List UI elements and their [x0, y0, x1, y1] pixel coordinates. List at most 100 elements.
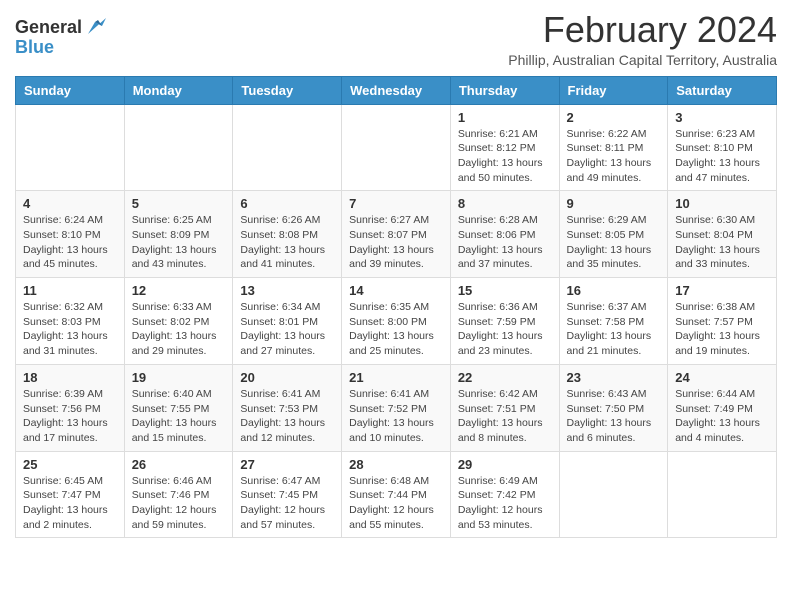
- calendar-cell: 1Sunrise: 6:21 AMSunset: 8:12 PMDaylight…: [450, 104, 559, 191]
- day-info: Sunrise: 6:47 AMSunset: 7:45 PMDaylight:…: [240, 474, 334, 533]
- day-info: Sunrise: 6:44 AMSunset: 7:49 PMDaylight:…: [675, 387, 769, 446]
- day-number: 27: [240, 457, 334, 472]
- day-info: Sunrise: 6:26 AMSunset: 8:08 PMDaylight:…: [240, 213, 334, 272]
- calendar-cell: 4 Sunrise: 6:24 AMSunset: 8:10 PMDaylight…: [16, 191, 125, 278]
- day-number: 10: [675, 196, 769, 211]
- calendar-cell: 16 Sunrise: 6:37 AMSunset: 7:58 PMDayligh…: [559, 278, 668, 365]
- page-header: General Blue February 2024 Phillip, Aust…: [15, 10, 777, 68]
- calendar-cell: 17 Sunrise: 6:38 AMSunset: 7:57 PMDayligh…: [668, 278, 777, 365]
- calendar-cell: 22Sunrise: 6:42 AMSunset: 7:51 PMDayligh…: [450, 364, 559, 451]
- logo: General Blue: [15, 16, 106, 58]
- calendar-header-sunday: Sunday: [16, 76, 125, 104]
- calendar-cell: 9 Sunrise: 6:29 AMSunset: 8:05 PMDaylight…: [559, 191, 668, 278]
- calendar-table: SundayMondayTuesdayWednesdayThursdayFrid…: [15, 76, 777, 539]
- day-number: 23: [567, 370, 661, 385]
- day-number: 9: [567, 196, 661, 211]
- calendar-cell: [342, 104, 451, 191]
- calendar-cell: 24 Sunrise: 6:44 AMSunset: 7:49 PMDayligh…: [668, 364, 777, 451]
- calendar-cell: [559, 451, 668, 538]
- day-info: Sunrise: 6:27 AMSunset: 8:07 PMDaylight:…: [349, 213, 443, 272]
- calendar-header-tuesday: Tuesday: [233, 76, 342, 104]
- day-info: Sunrise: 6:48 AMSunset: 7:44 PMDaylight:…: [349, 474, 443, 533]
- day-number: 6: [240, 196, 334, 211]
- day-number: 8: [458, 196, 552, 211]
- day-number: 1: [458, 110, 552, 125]
- calendar-cell: 19 Sunrise: 6:40 AMSunset: 7:55 PMDayligh…: [124, 364, 233, 451]
- day-number: 14: [349, 283, 443, 298]
- day-number: 29: [458, 457, 552, 472]
- day-info: Sunrise: 6:25 AMSunset: 8:09 PMDaylight:…: [132, 213, 226, 272]
- calendar-cell: 25 Sunrise: 6:45 AMSunset: 7:47 PMDayligh…: [16, 451, 125, 538]
- calendar-week-4: 25 Sunrise: 6:45 AMSunset: 7:47 PMDayligh…: [16, 451, 777, 538]
- calendar-cell: 15Sunrise: 6:36 AMSunset: 7:59 PMDayligh…: [450, 278, 559, 365]
- calendar-cell: 12Sunrise: 6:33 AMSunset: 8:02 PMDayligh…: [124, 278, 233, 365]
- day-number: 11: [23, 283, 117, 298]
- calendar-cell: 2 Sunrise: 6:22 AMSunset: 8:11 PMDaylight…: [559, 104, 668, 191]
- day-info: Sunrise: 6:45 AMSunset: 7:47 PMDaylight:…: [23, 474, 117, 533]
- calendar-cell: [233, 104, 342, 191]
- day-info: Sunrise: 6:38 AMSunset: 7:57 PMDaylight:…: [675, 300, 769, 359]
- day-info: Sunrise: 6:33 AMSunset: 8:02 PMDaylight:…: [132, 300, 226, 359]
- calendar-cell: 28 Sunrise: 6:48 AMSunset: 7:44 PMDayligh…: [342, 451, 451, 538]
- day-number: 3: [675, 110, 769, 125]
- day-info: Sunrise: 6:35 AMSunset: 8:00 PMDaylight:…: [349, 300, 443, 359]
- calendar-cell: 5 Sunrise: 6:25 AMSunset: 8:09 PMDaylight…: [124, 191, 233, 278]
- day-info: Sunrise: 6:28 AMSunset: 8:06 PMDaylight:…: [458, 213, 552, 272]
- main-title: February 2024: [508, 10, 777, 50]
- calendar-cell: 8 Sunrise: 6:28 AMSunset: 8:06 PMDaylight…: [450, 191, 559, 278]
- calendar-header-thursday: Thursday: [450, 76, 559, 104]
- day-number: 4: [23, 196, 117, 211]
- day-info: Sunrise: 6:46 AMSunset: 7:46 PMDaylight:…: [132, 474, 226, 533]
- day-number: 24: [675, 370, 769, 385]
- day-info: Sunrise: 6:39 AMSunset: 7:56 PMDaylight:…: [23, 387, 117, 446]
- calendar-cell: 6 Sunrise: 6:26 AMSunset: 8:08 PMDaylight…: [233, 191, 342, 278]
- day-info: Sunrise: 6:24 AMSunset: 8:10 PMDaylight:…: [23, 213, 117, 272]
- calendar-cell: 11Sunrise: 6:32 AMSunset: 8:03 PMDayligh…: [16, 278, 125, 365]
- calendar-cell: 23Sunrise: 6:43 AMSunset: 7:50 PMDayligh…: [559, 364, 668, 451]
- day-number: 2: [567, 110, 661, 125]
- day-number: 17: [675, 283, 769, 298]
- calendar-cell: 26 Sunrise: 6:46 AMSunset: 7:46 PMDayligh…: [124, 451, 233, 538]
- calendar-header-friday: Friday: [559, 76, 668, 104]
- calendar-cell: 18Sunrise: 6:39 AMSunset: 7:56 PMDayligh…: [16, 364, 125, 451]
- calendar-week-0: 1Sunrise: 6:21 AMSunset: 8:12 PMDaylight…: [16, 104, 777, 191]
- calendar-cell: [668, 451, 777, 538]
- calendar-cell: 7 Sunrise: 6:27 AMSunset: 8:07 PMDaylight…: [342, 191, 451, 278]
- subtitle: Phillip, Australian Capital Territory, A…: [508, 52, 777, 68]
- day-number: 5: [132, 196, 226, 211]
- day-number: 21: [349, 370, 443, 385]
- calendar-cell: 29 Sunrise: 6:49 AMSunset: 7:42 PMDayligh…: [450, 451, 559, 538]
- day-info: Sunrise: 6:36 AMSunset: 7:59 PMDaylight:…: [458, 300, 552, 359]
- calendar-cell: 21 Sunrise: 6:41 AMSunset: 7:52 PMDayligh…: [342, 364, 451, 451]
- day-info: Sunrise: 6:37 AMSunset: 7:58 PMDaylight:…: [567, 300, 661, 359]
- day-info: Sunrise: 6:41 AMSunset: 7:53 PMDaylight:…: [240, 387, 334, 446]
- day-number: 16: [567, 283, 661, 298]
- day-number: 25: [23, 457, 117, 472]
- day-number: 7: [349, 196, 443, 211]
- day-number: 19: [132, 370, 226, 385]
- logo-general-text: General: [15, 18, 82, 36]
- day-number: 20: [240, 370, 334, 385]
- calendar-header-row: SundayMondayTuesdayWednesdayThursdayFrid…: [16, 76, 777, 104]
- calendar-header-wednesday: Wednesday: [342, 76, 451, 104]
- day-info: Sunrise: 6:23 AMSunset: 8:10 PMDaylight:…: [675, 127, 769, 186]
- day-info: Sunrise: 6:34 AMSunset: 8:01 PMDaylight:…: [240, 300, 334, 359]
- calendar-cell: 20 Sunrise: 6:41 AMSunset: 7:53 PMDayligh…: [233, 364, 342, 451]
- day-info: Sunrise: 6:40 AMSunset: 7:55 PMDaylight:…: [132, 387, 226, 446]
- day-number: 26: [132, 457, 226, 472]
- day-info: Sunrise: 6:29 AMSunset: 8:05 PMDaylight:…: [567, 213, 661, 272]
- day-info: Sunrise: 6:41 AMSunset: 7:52 PMDaylight:…: [349, 387, 443, 446]
- calendar-cell: [16, 104, 125, 191]
- calendar-header-saturday: Saturday: [668, 76, 777, 104]
- day-number: 28: [349, 457, 443, 472]
- day-info: Sunrise: 6:22 AMSunset: 8:11 PMDaylight:…: [567, 127, 661, 186]
- calendar-week-1: 4 Sunrise: 6:24 AMSunset: 8:10 PMDaylight…: [16, 191, 777, 278]
- calendar-cell: 14 Sunrise: 6:35 AMSunset: 8:00 PMDayligh…: [342, 278, 451, 365]
- day-number: 22: [458, 370, 552, 385]
- day-number: 13: [240, 283, 334, 298]
- day-info: Sunrise: 6:49 AMSunset: 7:42 PMDaylight:…: [458, 474, 552, 533]
- calendar-cell: 13 Sunrise: 6:34 AMSunset: 8:01 PMDayligh…: [233, 278, 342, 365]
- calendar-week-2: 11Sunrise: 6:32 AMSunset: 8:03 PMDayligh…: [16, 278, 777, 365]
- calendar-cell: 3 Sunrise: 6:23 AMSunset: 8:10 PMDaylight…: [668, 104, 777, 191]
- calendar-week-3: 18Sunrise: 6:39 AMSunset: 7:56 PMDayligh…: [16, 364, 777, 451]
